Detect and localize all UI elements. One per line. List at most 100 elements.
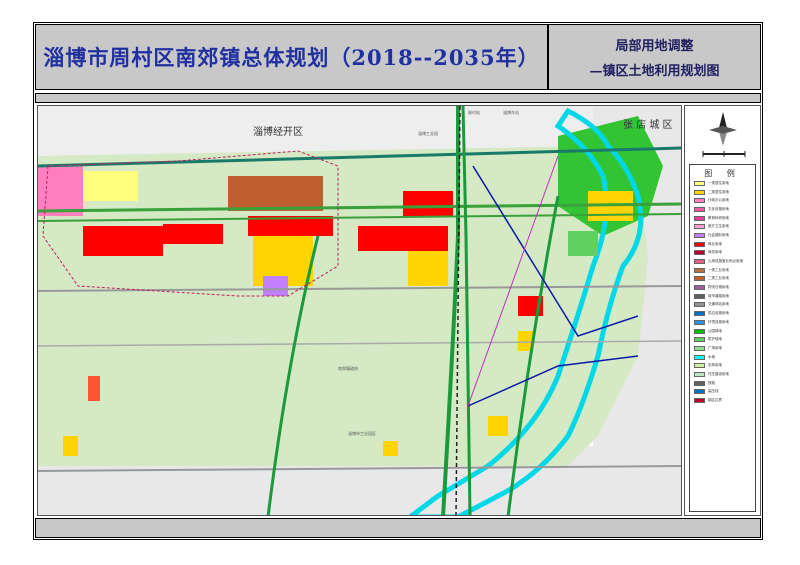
legend-item: 文化设施用地: [694, 205, 755, 214]
legend-item: 社会福利用地: [694, 231, 755, 240]
legend-swatch: [694, 354, 705, 360]
legend-item: 环境设施用地: [694, 318, 755, 327]
legend-item: 行政办公用地: [694, 196, 755, 205]
legend-swatch: [694, 267, 705, 273]
commercial-block-5: [403, 191, 453, 216]
legend-label: 教育科研用地: [708, 215, 729, 220]
label-small-4: 南郊镇政府: [338, 366, 358, 371]
isolated-block-red: [88, 376, 100, 401]
legend-item: 二类工业用地: [694, 275, 755, 284]
label-zone-east: 张 店 城 区: [623, 120, 673, 131]
village-block-1: [63, 436, 78, 456]
label-small-5: 淄博市工业园区: [348, 431, 376, 436]
legend-item: 二类居住用地: [694, 188, 755, 197]
map-title: 淄博市周村区南郊镇总体规划（2018--2035年）: [43, 45, 540, 70]
legend-panel: 图 例 一类居住用地二类居住用地 行政办公用地 文化设施用地 教育科研用地 医疗卫生用地…: [684, 105, 761, 516]
legend-label: 文化设施用地: [708, 206, 729, 211]
legend-item: 水域: [694, 353, 755, 362]
legend-swatch: [694, 241, 705, 247]
legend-swatch: [694, 345, 705, 351]
legend-item: 高压线: [694, 388, 755, 397]
welfare-block: [263, 276, 288, 296]
label-small-2: 淄博东站: [503, 110, 519, 115]
legend-item: 教育科研用地: [694, 214, 755, 223]
legend-swatch: [694, 232, 705, 238]
legend-swatch: [694, 389, 705, 395]
legend-swatch: [694, 189, 705, 195]
legend-label: 环境设施用地: [708, 319, 729, 324]
legend-label: 商业用地: [708, 241, 722, 246]
legend-item: 镇区边界: [694, 396, 755, 405]
legend-swatch: [694, 206, 705, 212]
legend-label: 商务用地: [708, 250, 722, 255]
legend-item: 交通场站用地: [694, 301, 755, 310]
legend-item: 农林用地: [694, 361, 755, 370]
north-arrow-icon: [702, 112, 746, 157]
legend-label: 医疗卫生用地: [708, 224, 729, 229]
legend-swatch: [694, 337, 705, 343]
legend-swatch: [694, 302, 705, 308]
legend-swatch: [694, 363, 705, 369]
legend-swatch: [694, 250, 705, 256]
legend-label: 农林用地: [708, 363, 722, 368]
legend-label: 公用设施营业网点用地: [708, 259, 743, 264]
legend-item: 供应设施用地: [694, 309, 755, 318]
legend-label: 一类工业用地: [708, 267, 729, 272]
legend-label: 二类工业用地: [708, 276, 729, 281]
legend-item: 物流仓储用地: [694, 283, 755, 292]
legend-item: 公园绿地: [694, 327, 755, 336]
subtitle-bar: 局部用地调整 —镇区土地利用规划图: [548, 24, 761, 90]
legend-label: 广场用地: [708, 345, 722, 350]
subtitle-line1: 局部用地调整: [615, 39, 694, 54]
protective-green-east: [568, 231, 598, 256]
legend-swatch: [694, 311, 705, 317]
legend-item: 一类工业用地: [694, 266, 755, 275]
legend-swatch: [694, 380, 705, 386]
legend-swatch: [694, 198, 705, 204]
village-block-2: [383, 441, 398, 456]
legend-item: 防护绿地: [694, 335, 755, 344]
legend-label: 镇区边界: [708, 398, 722, 403]
legend-items: 一类居住用地二类居住用地 行政办公用地 文化设施用地 教育科研用地 医疗卫生用地 社会福利…: [690, 179, 755, 405]
legend-item: 商业用地: [694, 240, 755, 249]
legend-item: 广场用地: [694, 344, 755, 353]
legend-item: 铁路: [694, 379, 755, 388]
legend-swatch: [694, 215, 705, 221]
bottom-bar: [35, 518, 761, 538]
legend-item: 公用设施营业网点用地: [694, 257, 755, 266]
legend-item: 医疗卫生用地: [694, 222, 755, 231]
legend-swatch: [694, 276, 705, 282]
legend-label: 高压线: [708, 389, 719, 394]
legend-label: 行政办公用地: [708, 198, 729, 203]
legend-label: 公园绿地: [708, 328, 722, 333]
legend-label: 城市道路用地: [708, 293, 729, 298]
commercial-block-2: [163, 224, 223, 244]
village-block-3: [488, 416, 508, 436]
industrial-block-1: [228, 176, 323, 211]
label-small-3: 淄博工业园: [418, 131, 438, 136]
legend-label: 铁路: [708, 380, 715, 385]
subtitle-line2: —镇区土地利用规划图: [589, 64, 720, 79]
title-bar: 淄博市周村区南郊镇总体规划（2018--2035年）: [35, 24, 548, 90]
legend-swatch: [694, 319, 705, 325]
legend-label: 社会福利用地: [708, 232, 729, 237]
commercial-block-4: [358, 226, 448, 251]
legend-label: 水域: [708, 354, 715, 359]
legend-label: 供应设施用地: [708, 311, 729, 316]
legend-swatch: [694, 371, 705, 377]
legend-title: 图 例: [704, 169, 741, 178]
commercial-block-1: [83, 226, 163, 256]
legend-swatch: [694, 180, 705, 186]
label-small-1: 周村站: [468, 110, 480, 115]
legend-swatch: [694, 285, 705, 291]
legend-label: 一类居住用地: [708, 180, 729, 185]
map-canvas: [38, 106, 681, 515]
legend-item: 商务用地: [694, 249, 755, 258]
legend-swatch: [694, 328, 705, 334]
legend-label: 村庄建设用地: [708, 371, 729, 376]
legend-swatch: [694, 293, 705, 299]
legend-item: 一类居住用地: [694, 179, 755, 188]
legend-item: 村庄建设用地: [694, 370, 755, 379]
legend-label: 防护绿地: [708, 337, 722, 342]
separator-bar: [35, 93, 761, 103]
